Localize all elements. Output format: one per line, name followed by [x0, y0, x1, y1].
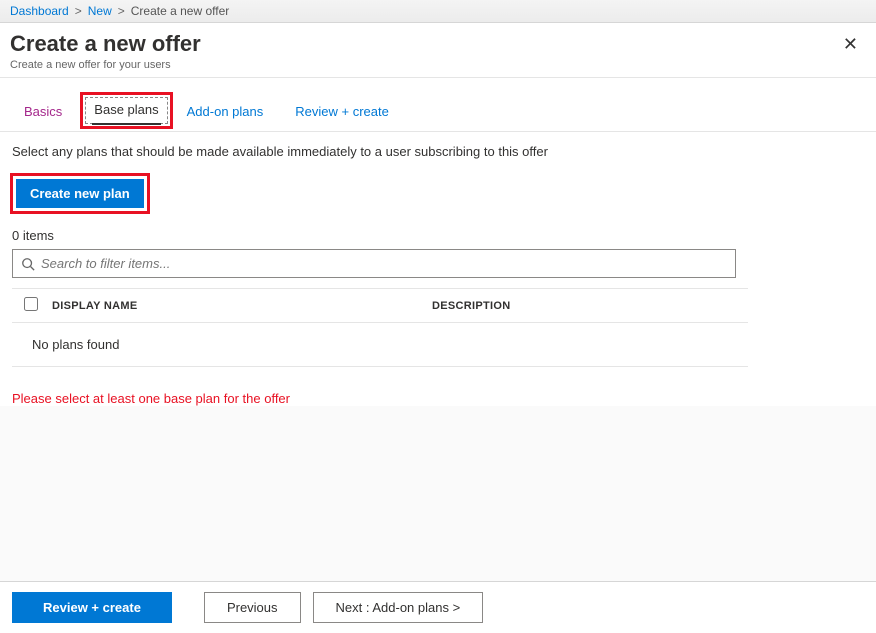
tab-addon-plans[interactable]: Add-on plans [173, 96, 278, 129]
next-button[interactable]: Next : Add-on plans > [313, 592, 484, 623]
review-create-button[interactable]: Review + create [12, 592, 172, 623]
column-display-name[interactable]: DISPLAY NAME [52, 300, 432, 312]
breadcrumb-link-dashboard[interactable]: Dashboard [10, 4, 69, 18]
select-all-checkbox[interactable] [24, 297, 38, 311]
close-button[interactable]: ✕ [839, 31, 862, 57]
breadcrumb-current: Create a new offer [131, 4, 230, 18]
page-header: Create a new offer Create a new offer fo… [0, 23, 876, 78]
search-input[interactable] [35, 254, 727, 273]
instruction-text: Select any plans that should be made ava… [0, 132, 876, 173]
search-box[interactable] [12, 249, 736, 278]
tab-row: Basics Base plans Add-on plans Review + … [0, 78, 876, 132]
close-icon: ✕ [843, 34, 858, 54]
validation-error: Please select at least one base plan for… [0, 367, 876, 406]
column-description[interactable]: DESCRIPTION [432, 300, 736, 312]
chevron-right-icon: > [118, 4, 125, 18]
table-header: DISPLAY NAME DESCRIPTION [12, 288, 748, 323]
tab-base-plans[interactable]: Base plans [85, 97, 167, 124]
breadcrumb-link-new[interactable]: New [88, 4, 112, 18]
search-icon [21, 257, 35, 271]
table-empty-message: No plans found [12, 323, 748, 367]
page-subtitle: Create a new offer for your users [10, 59, 201, 71]
tab-review-create[interactable]: Review + create [281, 96, 403, 129]
tab-highlight: Base plans [80, 92, 172, 129]
tab-basics[interactable]: Basics [10, 96, 76, 129]
footer-bar: Review + create Previous Next : Add-on p… [0, 581, 876, 633]
create-new-plan-button[interactable]: Create new plan [16, 179, 144, 208]
chevron-right-icon: > [75, 4, 82, 18]
previous-button[interactable]: Previous [204, 592, 301, 623]
create-plan-highlight: Create new plan [10, 173, 150, 214]
item-count: 0 items [0, 228, 876, 249]
breadcrumb: Dashboard > New > Create a new offer [0, 0, 876, 23]
page-title: Create a new offer [10, 31, 201, 57]
